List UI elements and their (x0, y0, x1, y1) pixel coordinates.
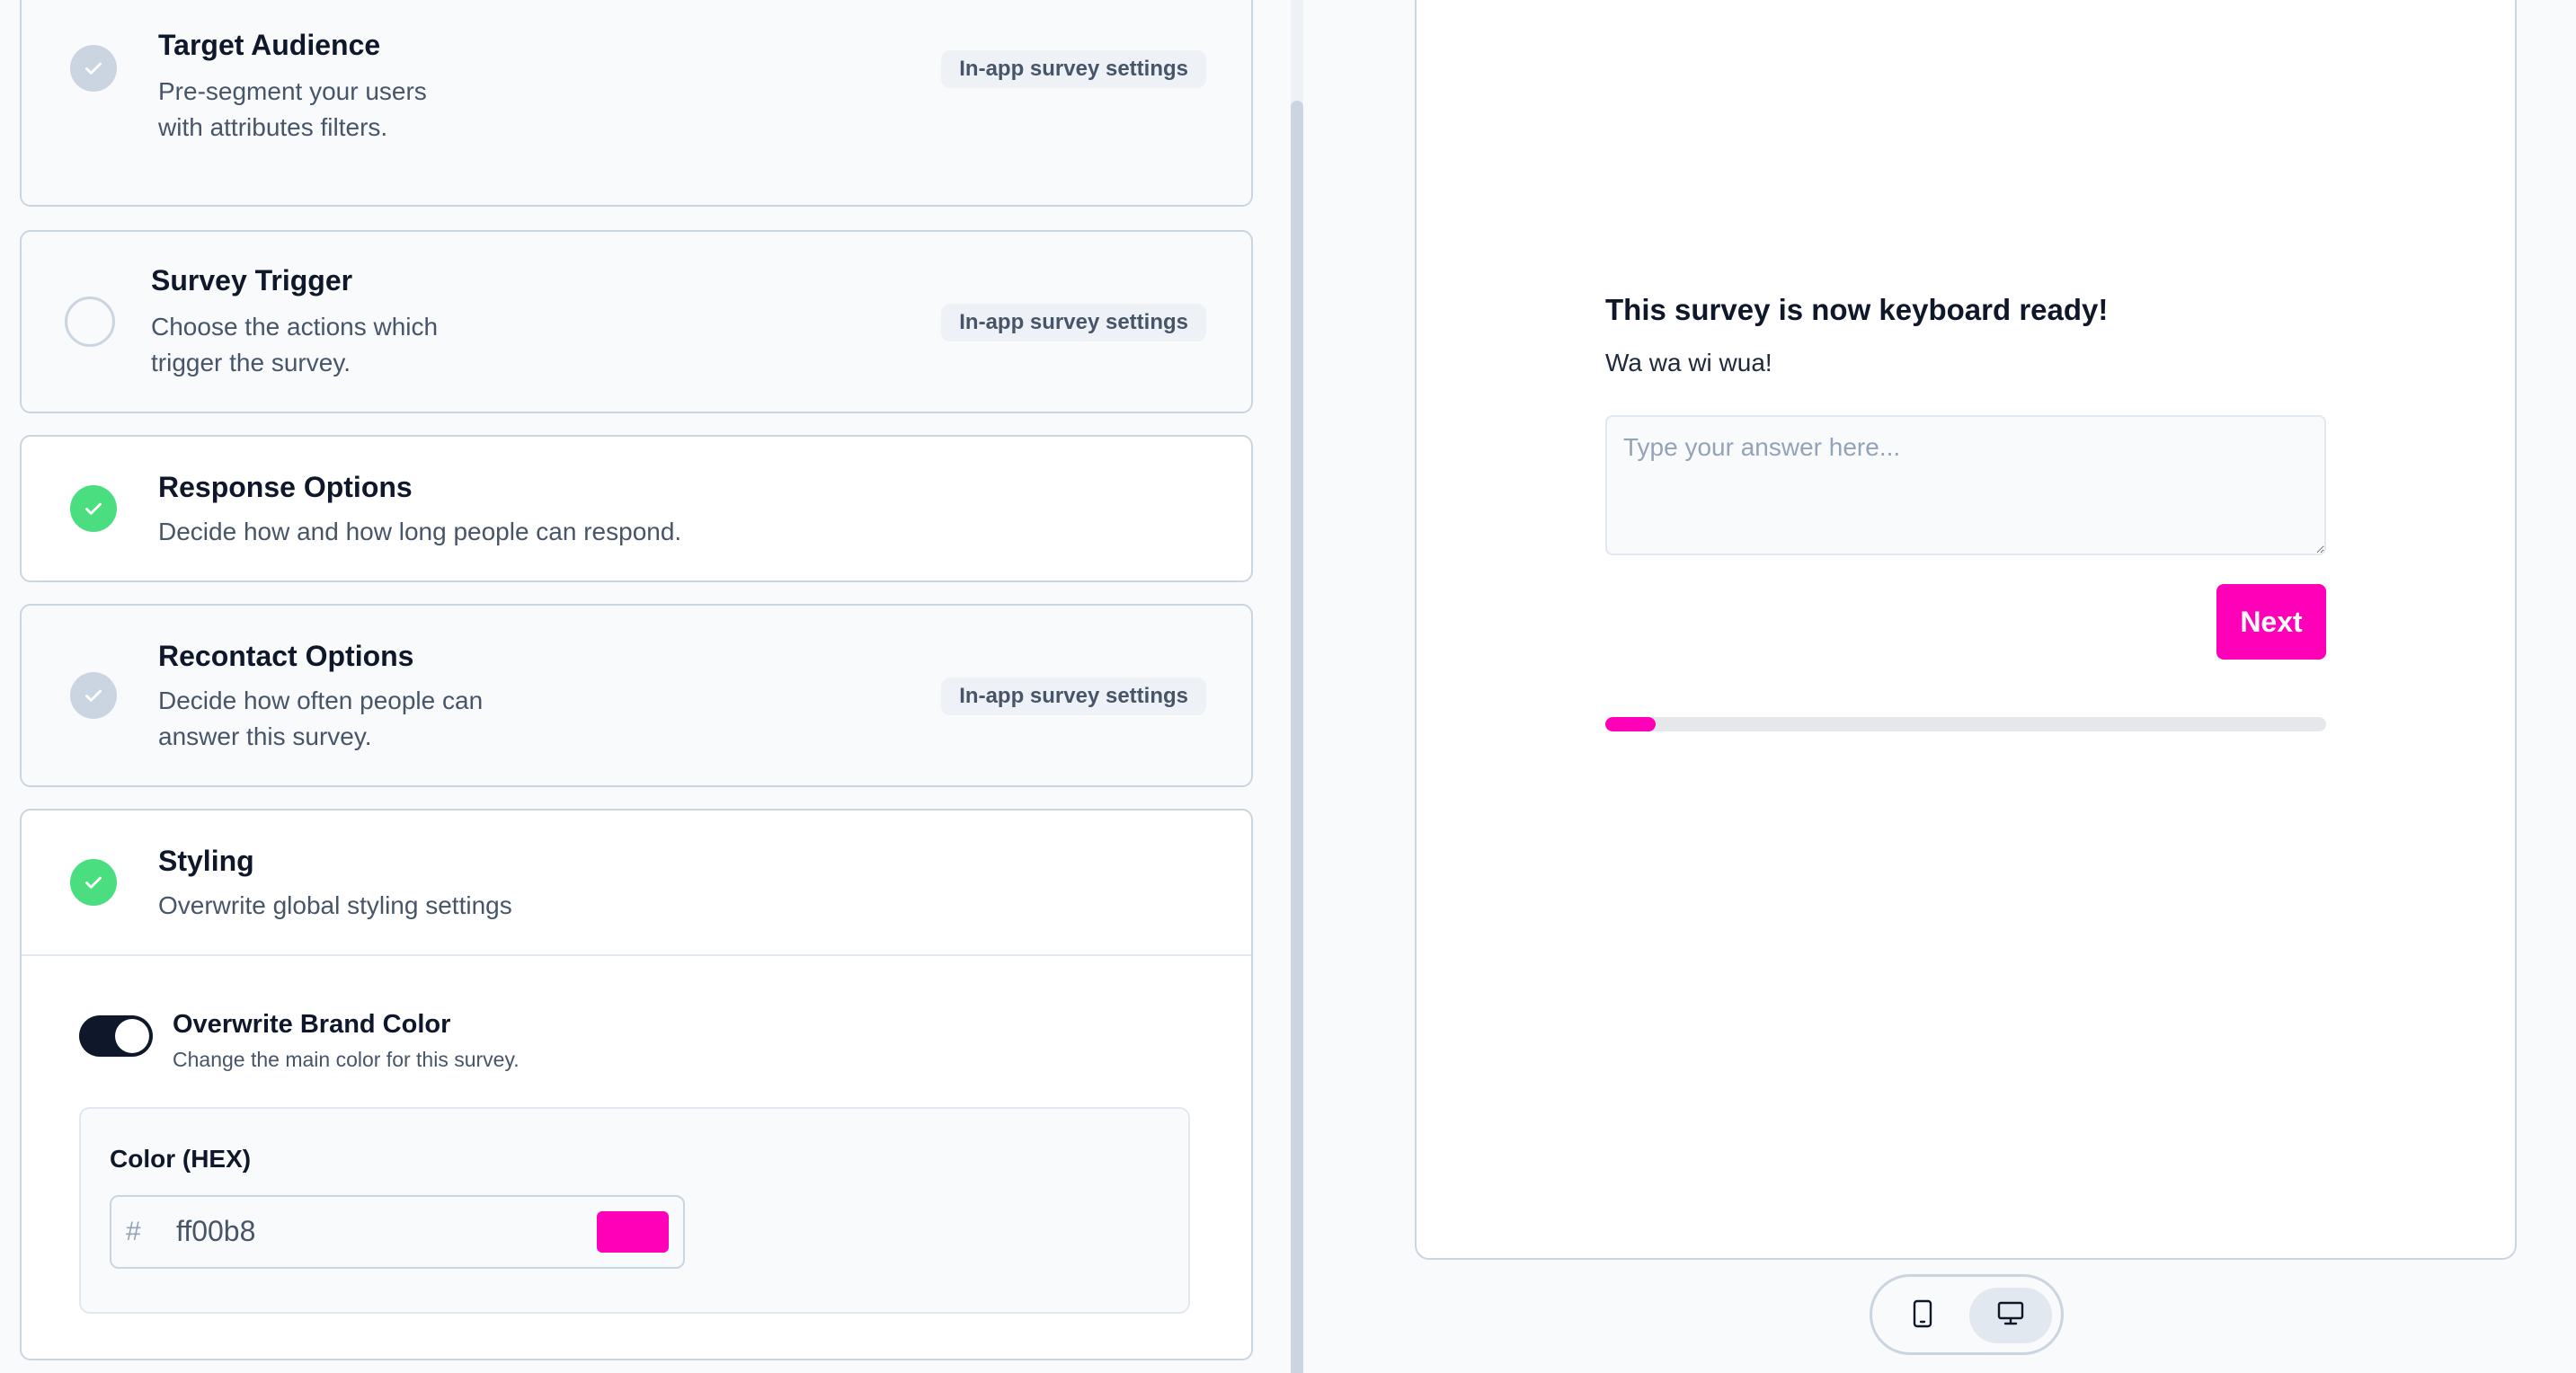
survey-trigger-description: Choose the actions which trigger the sur… (151, 313, 439, 376)
response-options-title: Response Options (158, 471, 413, 503)
recontact-options-card[interactable]: Recontact Options Decide how often peopl… (20, 604, 1253, 787)
in-app-settings-badge: In-app survey settings (941, 50, 1206, 88)
recontact-options-description: Decide how often people can answer this … (158, 686, 484, 750)
check-circle-icon (70, 672, 117, 719)
hash-prefix: # (126, 1217, 141, 1246)
answer-textarea[interactable] (1605, 415, 2326, 555)
in-app-settings-badge: In-app survey settings (941, 304, 1206, 341)
styling-title: Styling (158, 845, 254, 877)
response-options-description: Decide how and how long people can respo… (158, 518, 682, 545)
settings-panel: Target Audience Pre-segment your users w… (0, 0, 1271, 1373)
section-divider (22, 954, 1251, 956)
progress-bar (1605, 717, 2326, 731)
in-app-settings-badge: In-app survey settings (941, 678, 1206, 715)
check-circle-icon (70, 45, 117, 92)
survey-preview-frame (1415, 0, 2517, 1260)
toggle-knob (115, 1019, 149, 1053)
question-title: This survey is now keyboard ready! (1605, 293, 2109, 326)
survey-trigger-title: Survey Trigger (151, 264, 353, 297)
desktop-preview-button[interactable] (1969, 1288, 2052, 1343)
desktop-icon (1997, 1301, 2024, 1331)
scrollbar-thumb[interactable] (1291, 101, 1303, 1373)
color-picker-panel: Color (HEX) # ff00b8 (79, 1107, 1190, 1314)
target-audience-description: Pre-segment your users with attributes f… (158, 77, 427, 141)
next-button[interactable]: Next (2216, 584, 2326, 660)
check-circle-icon (70, 859, 117, 906)
overwrite-brand-color-toggle[interactable] (79, 1015, 153, 1057)
mobile-icon (1913, 1299, 1932, 1333)
overwrite-brand-color-description: Change the main color for this survey. (173, 1048, 520, 1071)
color-hex-input[interactable]: # ff00b8 (110, 1195, 685, 1269)
target-audience-card[interactable]: Target Audience Pre-segment your users w… (20, 0, 1253, 207)
overwrite-brand-color-label: Overwrite Brand Color (173, 1010, 451, 1039)
styling-card: Styling Overwrite global styling setting… (20, 809, 1253, 1360)
hex-value[interactable]: ff00b8 (176, 1215, 255, 1248)
empty-circle-icon (65, 297, 115, 347)
color-swatch[interactable] (597, 1211, 669, 1253)
device-switch (1870, 1274, 2064, 1355)
target-audience-title: Target Audience (158, 29, 381, 61)
styling-description: Overwrite global styling settings (158, 891, 512, 919)
color-hex-label: Color (HEX) (110, 1145, 252, 1173)
mobile-preview-button[interactable] (1881, 1288, 1964, 1343)
question-subheader: Wa wa wi wua! (1605, 349, 1772, 376)
survey-trigger-card[interactable]: Survey Trigger Choose the actions which … (20, 230, 1253, 413)
response-options-card[interactable]: Response Options Decide how and how long… (20, 435, 1253, 582)
check-circle-icon (70, 485, 117, 532)
recontact-options-title: Recontact Options (158, 640, 414, 672)
styling-header[interactable]: Styling Overwrite global styling setting… (22, 811, 1251, 954)
progress-bar-fill (1605, 717, 1657, 731)
